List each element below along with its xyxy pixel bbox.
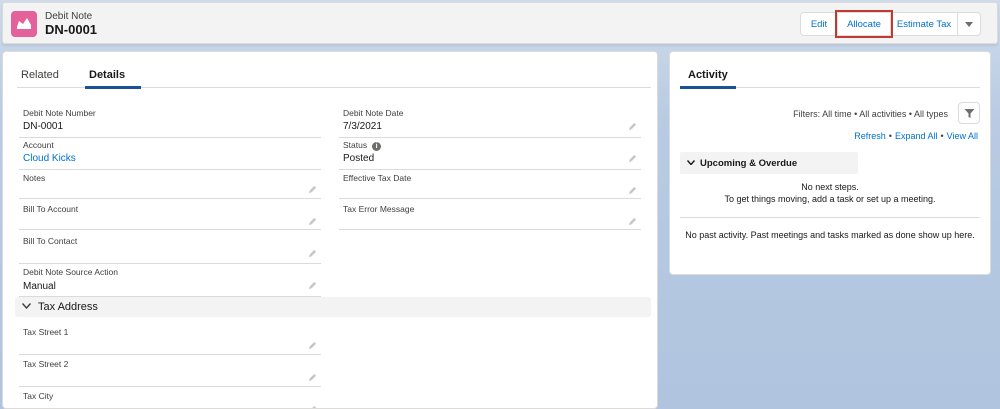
separator-dot: • — [940, 131, 944, 141]
field-value: Posted — [343, 153, 375, 164]
edit-pencil-icon[interactable] — [308, 373, 317, 382]
edit-pencil-icon[interactable] — [308, 217, 317, 226]
edit-pencil-icon[interactable] — [308, 281, 317, 290]
edit-pencil-icon[interactable] — [308, 185, 317, 194]
field-tax-city: Tax City — [19, 391, 321, 409]
field-effective-tax-date: Effective Tax Date — [339, 173, 641, 199]
field-value: DN-0001 — [23, 121, 64, 132]
activity-tabs: Activity — [680, 64, 980, 89]
upcoming-overdue-title: Upcoming & Overdue — [700, 158, 798, 169]
field-label: Tax Error Message — [343, 204, 415, 214]
field-label: Notes — [23, 173, 46, 183]
no-past-activity-text: No past activity. Past meetings and task… — [685, 230, 975, 240]
action-buttons: Edit Allocate Estimate Tax — [800, 10, 981, 38]
field-label: Tax City — [23, 391, 54, 401]
edit-pencil-icon[interactable] — [308, 341, 317, 350]
chevron-down-icon — [22, 303, 31, 309]
no-next-steps-text: No next steps. — [801, 182, 859, 192]
field-debit-note-date: Debit Note Date 7/3/2021 — [339, 108, 641, 138]
account-link[interactable]: Cloud Kicks — [23, 153, 76, 164]
edit-pencil-icon[interactable] — [628, 186, 637, 195]
filter-button[interactable] — [958, 102, 980, 124]
field-bill-to-contact: Bill To Contact — [19, 236, 321, 264]
chevron-down-icon — [687, 160, 695, 165]
tab-activity[interactable]: Activity — [688, 69, 728, 81]
record-name: DN-0001 — [45, 22, 98, 37]
field-debit-note-number: Debit Note Number DN-0001 — [19, 108, 321, 138]
activity-links: Refresh • Expand All • View All — [854, 131, 978, 141]
section-title: Tax Address — [38, 301, 98, 313]
field-label: Debit Note Source Action — [23, 267, 118, 277]
edit-pencil-icon[interactable] — [308, 405, 317, 409]
separator-dot: • — [888, 131, 892, 141]
field-account: Account Cloud Kicks — [19, 140, 321, 170]
tax-address-section-header[interactable]: Tax Address — [15, 297, 651, 317]
details-card: Related Details Debit Note Number DN-000… — [2, 51, 658, 409]
active-tab-indicator — [85, 86, 141, 89]
info-icon[interactable]: i — [372, 142, 382, 151]
edit-pencil-icon[interactable] — [308, 249, 317, 258]
allocate-button[interactable]: Allocate — [835, 10, 893, 38]
debit-note-icon — [11, 11, 37, 37]
field-status: Status i Posted — [339, 140, 641, 170]
field-label: Bill To Account — [23, 204, 79, 214]
field-value: Manual — [23, 281, 56, 292]
field-tax-error-message: Tax Error Message — [339, 204, 641, 230]
activity-filters-text: Filters: All time • All activities • All… — [793, 109, 948, 119]
filter-icon — [964, 109, 975, 118]
estimate-tax-button[interactable]: Estimate Tax — [890, 12, 958, 36]
record-tabs: Related Details — [17, 64, 651, 89]
edit-pencil-icon[interactable] — [628, 154, 637, 163]
status-label-text: Status — [343, 140, 368, 150]
field-label: Debit Note Date — [343, 108, 404, 118]
active-tab-indicator — [680, 86, 736, 89]
field-label: Tax Street 1 — [23, 327, 69, 337]
field-label: Debit Note Number — [23, 108, 96, 118]
edit-button[interactable]: Edit — [800, 12, 838, 36]
more-actions-button[interactable] — [957, 12, 981, 36]
get-moving-text: To get things moving, add a task or set … — [724, 194, 936, 204]
chevron-down-icon — [965, 21, 973, 27]
field-label: Effective Tax Date — [343, 173, 412, 183]
field-label: Account — [23, 140, 54, 150]
field-debit-note-source-action: Debit Note Source Action Manual — [19, 267, 321, 297]
expand-all-link[interactable]: Expand All — [895, 131, 938, 141]
edit-pencil-icon[interactable] — [628, 217, 637, 226]
object-type-label: Debit Note — [45, 11, 93, 22]
refresh-link[interactable]: Refresh — [854, 131, 886, 141]
view-all-link[interactable]: View All — [947, 131, 978, 141]
divider — [680, 217, 980, 218]
edit-pencil-icon[interactable] — [628, 122, 637, 131]
field-label: Tax Street 2 — [23, 359, 69, 369]
tab-related[interactable]: Related — [21, 69, 59, 81]
field-bill-to-account: Bill To Account — [19, 204, 321, 230]
field-label: Bill To Contact — [23, 236, 78, 246]
field-notes: Notes — [19, 173, 321, 199]
tab-details[interactable]: Details — [89, 69, 125, 81]
activity-card: Activity Filters: All time • All activit… — [669, 51, 991, 275]
field-label: Status i — [343, 140, 382, 151]
field-tax-street-2: Tax Street 2 — [19, 359, 321, 387]
record-header: Debit Note DN-0001 Edit Allocate Estimat… — [2, 2, 998, 44]
field-value: 7/3/2021 — [343, 121, 382, 132]
upcoming-overdue-header[interactable]: Upcoming & Overdue — [680, 152, 858, 174]
field-tax-street-1: Tax Street 1 — [19, 327, 321, 355]
